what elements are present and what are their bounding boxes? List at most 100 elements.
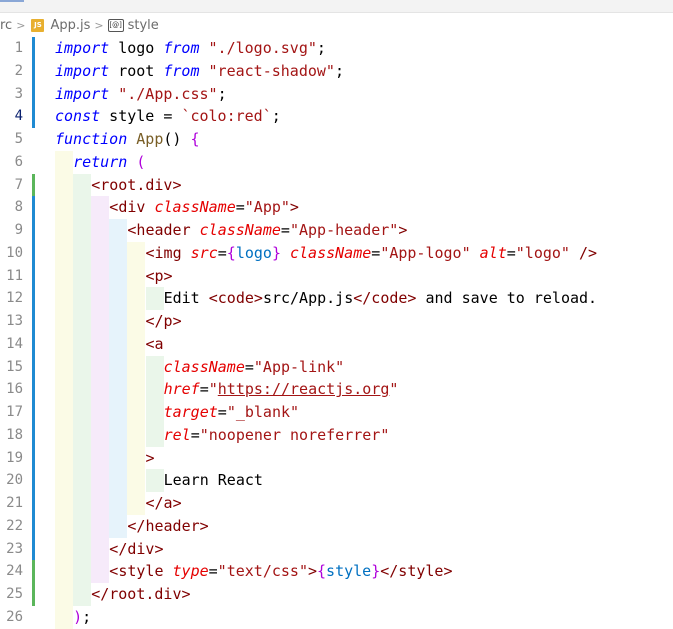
code-token: { — [317, 562, 327, 581]
code-line[interactable]: 18 rel="noopener noreferrer" — [0, 423, 673, 447]
code-line[interactable]: 2 import root from "react-shadow"; — [0, 59, 673, 83]
indent-guide — [109, 332, 128, 356]
code-line[interactable]: 22 </header> — [0, 514, 673, 538]
git-modified-marker[interactable] — [32, 105, 35, 128]
breadcrumb-symbol[interactable]: [@] style — [107, 18, 159, 33]
code-token: = — [506, 243, 516, 262]
code-line[interactable]: 6 return ( — [0, 150, 673, 174]
code-line[interactable]: 11 <p> — [0, 264, 673, 288]
git-modified-marker[interactable] — [32, 492, 35, 515]
code-line[interactable]: 10 <img src={logo} className="App-logo" a… — [0, 241, 673, 265]
line-number: 26 — [6, 608, 23, 625]
line-number: 18 — [6, 426, 23, 443]
code-line[interactable]: 8 <div className="App"> — [0, 196, 673, 219]
git-modified-marker[interactable] — [32, 446, 35, 470]
git-modified-marker[interactable] — [32, 423, 35, 447]
code-line[interactable]: 19 > — [0, 446, 673, 470]
indent-guide — [55, 446, 74, 470]
code-line[interactable]: 15 className="App-link" — [0, 355, 673, 379]
git-modified-marker[interactable] — [32, 514, 35, 538]
code-line[interactable]: 17 target="_blank" — [0, 401, 673, 424]
code-line[interactable]: 1 import logo from "./logo.svg"; — [0, 37, 673, 60]
code-line[interactable]: 25 </root.div> — [0, 583, 673, 606]
indent-guide — [73, 560, 92, 583]
code-line[interactable]: 13 </p> — [0, 310, 673, 333]
git-modified-marker[interactable] — [32, 287, 35, 310]
git-modified-marker[interactable] — [32, 401, 35, 424]
code-token: Edit — [163, 289, 209, 308]
code-token: logo — [109, 39, 164, 57]
line-number: 8 — [14, 199, 23, 216]
code-line[interactable]: 24 <style type="text/css">{style}</style> — [0, 560, 673, 583]
code-text: <style type="text/css">{style}</style> — [109, 560, 452, 583]
breadcrumb-folder[interactable]: rc — [0, 18, 12, 33]
code-token: href — [163, 380, 200, 399]
code-line[interactable]: 9 <header className="App-header"> — [0, 219, 673, 242]
code-token: style — [326, 562, 372, 581]
code-token: "noopener noreferrer" — [199, 425, 390, 444]
git-modified-marker[interactable] — [32, 537, 35, 561]
indent-guide — [73, 173, 92, 197]
code-line[interactable]: 20 Learn React — [0, 469, 673, 492]
git-modified-marker[interactable] — [32, 332, 35, 356]
indent-guide — [127, 332, 146, 356]
indent-guide — [109, 446, 128, 470]
code-token: App — [136, 130, 164, 148]
indent-guide — [55, 241, 74, 265]
indent-guide — [145, 401, 164, 424]
git-modified-marker[interactable] — [32, 378, 35, 401]
git-added-marker[interactable] — [32, 583, 35, 606]
code-editor[interactable]: 1 import logo from "./logo.svg"; 2 import r… — [0, 37, 673, 629]
code-token: <div — [109, 198, 146, 217]
indent-guide — [73, 514, 92, 538]
code-line[interactable]: 4 const style = `colo:red`; — [0, 105, 673, 128]
code-token: { — [226, 243, 236, 262]
indent-guide — [73, 583, 92, 606]
git-modified-marker[interactable] — [32, 355, 35, 379]
code-text: > — [146, 447, 155, 470]
code-line[interactable]: 12 Edit <code>src/App.js</code> and save … — [0, 287, 673, 310]
git-modified-marker[interactable] — [32, 310, 35, 333]
code-line[interactable]: 26); — [0, 605, 673, 629]
code-token: = — [208, 562, 218, 581]
code-token: = — [244, 357, 254, 376]
line-number: 12 — [6, 290, 23, 307]
git-modified-marker[interactable] — [32, 196, 35, 219]
breadcrumb-file[interactable]: JS App.js — [29, 18, 90, 33]
code-token: = — [280, 221, 290, 239]
code-line[interactable]: 14 <a — [0, 332, 673, 356]
indent-guide — [73, 446, 92, 470]
indent-guide — [55, 605, 74, 629]
indent-guide — [55, 173, 74, 197]
code-token: style = — [100, 107, 182, 126]
code-token: https://reactjs.org — [217, 380, 390, 399]
git-added-marker[interactable] — [32, 560, 35, 583]
code-text: href="https://reactjs.org" — [164, 378, 399, 401]
code-token: import — [55, 84, 110, 103]
indent-guide — [127, 287, 146, 310]
code-line[interactable]: 3 import "./App.css"; — [0, 82, 673, 106]
git-modified-marker[interactable] — [32, 469, 35, 492]
code-text: import logo from "./logo.svg"; — [55, 37, 326, 60]
git-modified-marker[interactable] — [32, 241, 35, 265]
code-line[interactable]: 7 <root.div> — [0, 173, 673, 197]
indent-guide — [55, 219, 74, 242]
code-line[interactable]: 23 </div> — [0, 537, 673, 561]
code-token: Learn React — [163, 471, 263, 490]
code-token: = — [235, 198, 245, 217]
git-modified-marker[interactable] — [32, 59, 35, 83]
code-text: return ( — [73, 151, 145, 174]
git-modified-marker[interactable] — [32, 219, 35, 242]
git-modified-marker[interactable] — [32, 264, 35, 288]
code-line[interactable]: 5 function App() { — [0, 128, 673, 151]
git-modified-marker[interactable] — [32, 82, 35, 106]
code-token: <a — [145, 334, 164, 353]
git-added-marker[interactable] — [32, 173, 35, 197]
code-line[interactable]: 16 href="https://reactjs.org" — [0, 378, 673, 401]
code-line[interactable]: 21 </a> — [0, 492, 673, 515]
line-number: 17 — [6, 404, 23, 420]
git-modified-marker[interactable] — [32, 37, 35, 60]
code-token: </code> — [353, 289, 417, 308]
